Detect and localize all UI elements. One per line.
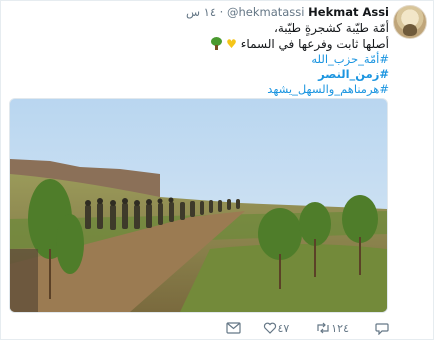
- retweet-icon: [315, 321, 331, 335]
- tweet-actions-bar: ١٢٤ ٤٧: [169, 319, 389, 337]
- hashtag-link-1[interactable]: #أمّة_حزب_الله: [9, 52, 389, 67]
- heart-outline-icon: [263, 321, 277, 335]
- direct-message-button[interactable]: [226, 322, 242, 334]
- header-separator: ·: [219, 5, 224, 19]
- tree-icon: [210, 36, 223, 50]
- author-name[interactable]: Hekmat Assi: [308, 5, 389, 19]
- retweet-count: ١٢٤: [331, 321, 349, 335]
- retweet-button[interactable]: ١٢٤: [315, 321, 353, 335]
- tweet-text-line-2-wrapper: أصلها ثابت وفرعها في السماء ♥: [9, 36, 389, 53]
- profile-avatar[interactable]: [393, 5, 427, 39]
- tweet-timestamp[interactable]: ١٤ س: [186, 5, 216, 19]
- like-button[interactable]: ٤٧: [263, 321, 293, 335]
- hashtag-link-3[interactable]: #هرمناهم_والسهل_يشهد: [9, 82, 389, 97]
- mail-icon: [226, 322, 242, 334]
- tweet-card[interactable]: ١٤ س · @hekmatassi Hekmat Assi أمّة طيّب…: [0, 0, 434, 340]
- tweet-text-line-2: أصلها ثابت وفرعها في السماء: [240, 36, 389, 51]
- like-count: ٤٧: [277, 321, 290, 335]
- hashtag-link-2[interactable]: #زمن_النصر: [9, 67, 389, 82]
- tweet-text-line-1: أمّة طيّبة كشجرةٍ طيّبة،: [273, 21, 389, 35]
- tweet-text: أمّة طيّبة كشجرةٍ طيّبة، أصلها ثابت وفرع…: [9, 21, 389, 97]
- yellow-heart-icon: ♥: [226, 36, 237, 51]
- reply-icon: [375, 321, 389, 335]
- author-handle[interactable]: @hekmatassi: [227, 5, 305, 19]
- reply-button[interactable]: [375, 321, 389, 335]
- tweet-media-image[interactable]: [9, 98, 388, 313]
- media-photo-illustration: [10, 99, 387, 312]
- tweet-header: ١٤ س · @hekmatassi Hekmat Assi: [9, 5, 389, 19]
